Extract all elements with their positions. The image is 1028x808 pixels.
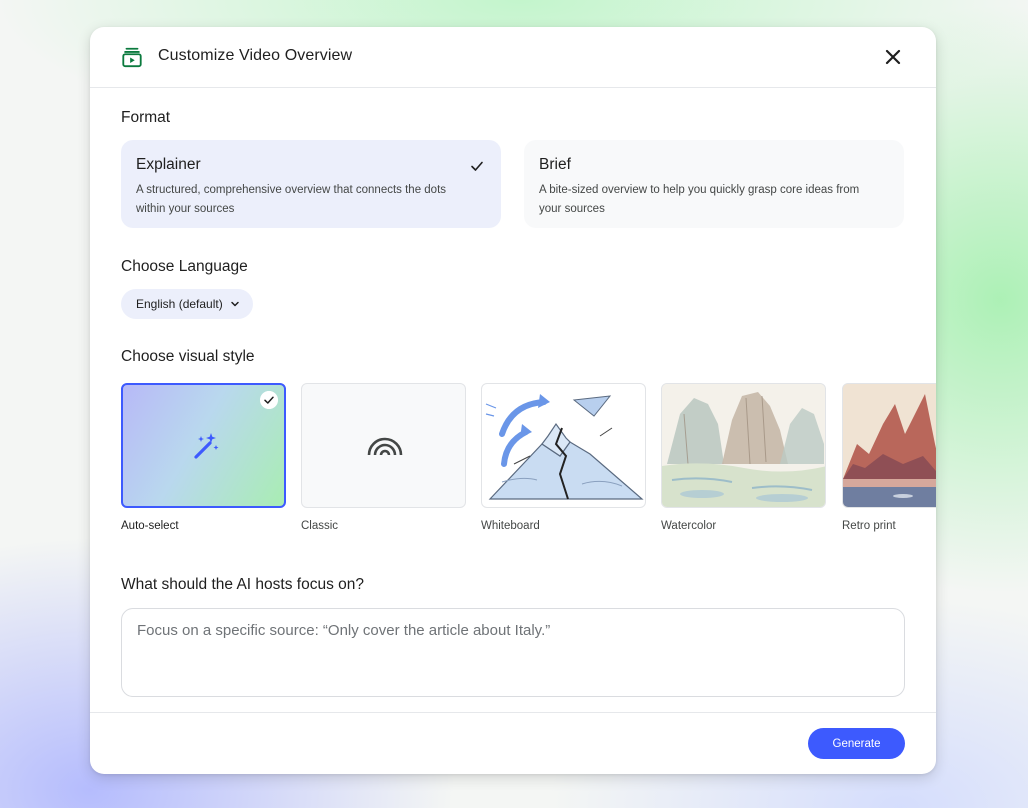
visual-style-carousel: Auto-select Classic Whiteboard Watercolo… bbox=[121, 383, 936, 543]
magic-wand-icon bbox=[194, 433, 219, 459]
style-option-label: Watercolor bbox=[661, 520, 717, 532]
style-option-label: Whiteboard bbox=[481, 520, 540, 532]
format-option-title: Explainer bbox=[136, 156, 201, 173]
dialog-footer: Generate bbox=[90, 712, 936, 774]
focus-input[interactable] bbox=[121, 608, 905, 697]
style-option-label: Classic bbox=[301, 520, 339, 532]
language-dropdown[interactable]: English (default) bbox=[121, 289, 253, 319]
video-overview-icon bbox=[122, 47, 142, 68]
close-icon[interactable] bbox=[880, 44, 906, 70]
whiteboard-volcano-illustration bbox=[485, 394, 644, 500]
checkmark-icon bbox=[260, 391, 278, 409]
style-option-watercolor[interactable]: Watercolor bbox=[661, 383, 826, 532]
format-label: Format bbox=[121, 109, 171, 126]
format-option-description: A structured, comprehensive overview tha… bbox=[136, 184, 447, 215]
style-thumbnail bbox=[121, 383, 286, 508]
style-option-label: Retro print bbox=[842, 520, 896, 532]
style-option-classic[interactable]: Classic bbox=[301, 383, 466, 532]
style-thumbnail bbox=[661, 383, 826, 508]
format-option-explainer[interactable]: Explainer A structured, comprehensive ov… bbox=[121, 140, 501, 228]
style-option-whiteboard[interactable]: Whiteboard bbox=[481, 383, 646, 532]
style-option-retro-print[interactable]: Retro print bbox=[842, 383, 936, 532]
visual-style-label: Choose visual style bbox=[121, 348, 255, 365]
style-thumbnail bbox=[301, 383, 466, 508]
style-option-auto-select[interactable]: Auto-select bbox=[121, 383, 286, 532]
rainbow-arcs-icon bbox=[367, 437, 403, 456]
style-thumbnail bbox=[842, 383, 936, 508]
style-thumbnail bbox=[481, 383, 646, 508]
retro-print-mountains-illustration bbox=[843, 384, 936, 507]
language-label: Choose Language bbox=[121, 258, 248, 275]
format-option-description: A bite-sized overview to help you quickl… bbox=[539, 184, 860, 215]
watercolor-mountains-illustration bbox=[662, 384, 825, 507]
format-option-brief[interactable]: Brief A bite-sized overview to help you … bbox=[524, 140, 904, 228]
generate-button[interactable]: Generate bbox=[808, 728, 905, 759]
dialog-header: Customize Video Overview bbox=[90, 27, 936, 88]
style-option-label: Auto-select bbox=[121, 520, 179, 532]
chevron-down-icon bbox=[230, 301, 239, 307]
dialog-title: Customize Video Overview bbox=[158, 47, 353, 64]
language-selected-value: English (default) bbox=[136, 297, 223, 311]
format-option-title: Brief bbox=[539, 156, 571, 173]
focus-label: What should the AI hosts focus on? bbox=[121, 576, 364, 593]
customize-video-overview-dialog: Customize Video Overview Format Explaine… bbox=[90, 27, 936, 774]
checkmark-icon bbox=[471, 161, 483, 171]
